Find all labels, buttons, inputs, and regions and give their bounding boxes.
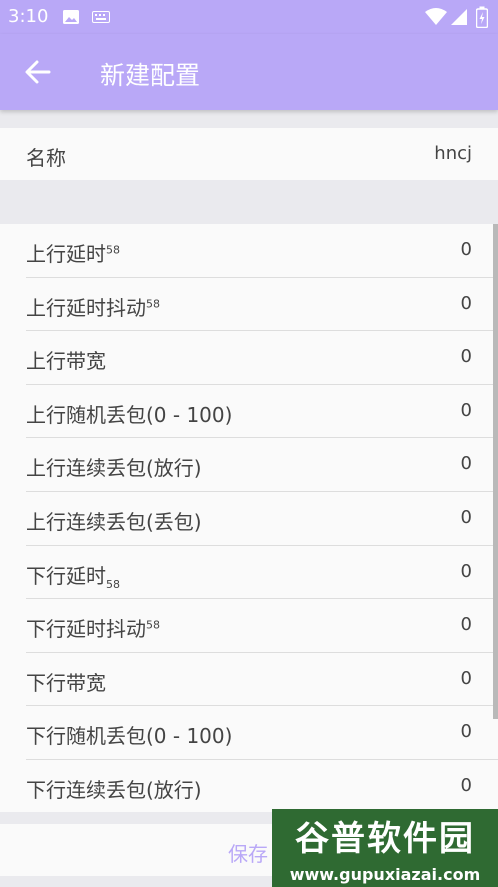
wifi-icon — [425, 8, 447, 25]
setting-row[interactable]: 上行连续丢包(丢包) 0 — [0, 492, 498, 546]
setting-label: 上行带宽 — [26, 349, 106, 374]
scrollbar[interactable] — [493, 224, 498, 719]
setting-mark: 58 — [106, 243, 120, 257]
setting-label: 上行延时58 — [26, 242, 120, 266]
setting-value: 0 — [460, 453, 472, 475]
save-button[interactable]: 保存 — [228, 838, 268, 867]
status-time: 3:10 — [8, 6, 49, 27]
setting-mark: 58 — [146, 618, 160, 632]
setting-label: 上行连续丢包(放行) — [26, 456, 202, 481]
setting-value: 0 — [460, 346, 472, 368]
setting-value: 0 — [460, 399, 472, 421]
setting-value: 0 — [460, 239, 472, 260]
setting-mark: 58 — [146, 296, 160, 310]
setting-label: 下行带宽 — [26, 670, 106, 695]
settings-list: 上行延时58 0 上行延时抖动58 0 上行带宽 0 上行随机丢包(0 - 100) 0 上行连… — [0, 224, 498, 812]
setting-value: 0 — [460, 775, 472, 796]
setting-label: 下行连续丢包(放行) — [26, 778, 202, 802]
setting-label: 下行延时58 — [26, 563, 120, 591]
setting-value: 0 — [460, 507, 472, 528]
setting-label: 上行延时抖动58 — [26, 295, 160, 320]
setting-value: 0 — [460, 614, 472, 636]
watermark-title: 谷普软件园 — [295, 819, 475, 859]
setting-row[interactable]: 上行延时58 0 — [0, 224, 498, 278]
battery-icon — [476, 6, 488, 28]
setting-row[interactable]: 上行延时抖动58 0 — [0, 278, 498, 332]
setting-value: 0 — [460, 560, 472, 582]
setting-mark: 58 — [106, 577, 120, 591]
setting-row[interactable]: 上行连续丢包(放行) 0 — [0, 438, 498, 492]
setting-row[interactable]: 下行延时抖动58 0 — [0, 599, 498, 653]
signal-icon — [451, 9, 467, 25]
name-row[interactable]: 名称 hncj — [0, 128, 498, 180]
image-icon — [63, 10, 79, 24]
keyboard-icon — [92, 11, 110, 23]
setting-label: 上行随机丢包(0 - 100) — [26, 402, 233, 427]
setting-label: 下行延时抖动58 — [26, 617, 160, 642]
setting-row[interactable]: 下行带宽 0 — [0, 653, 498, 707]
setting-row[interactable]: 上行随机丢包(0 - 100) 0 — [0, 385, 498, 439]
setting-row[interactable]: 下行延时58 0 — [0, 546, 498, 600]
app-bar: 新建配置 — [0, 34, 498, 110]
name-value: hncj — [434, 143, 472, 164]
setting-label: 上行连续丢包(丢包) — [26, 510, 202, 534]
setting-row[interactable]: 下行随机丢包(0 - 100) 0 — [0, 706, 498, 760]
setting-value: 0 — [460, 292, 472, 314]
status-bar: 3:10 — [0, 0, 498, 34]
watermark-url: www.gupuxiazai.com — [289, 865, 481, 884]
watermark-logo: 谷普软件园 www.gupuxiazai.com — [272, 809, 498, 887]
setting-value: 0 — [460, 667, 472, 689]
back-arrow-icon[interactable] — [24, 58, 52, 86]
page-title: 新建配置 — [100, 61, 201, 90]
name-label: 名称 — [26, 146, 66, 170]
setting-label: 下行随机丢包(0 - 100) — [26, 724, 233, 749]
setting-value: 0 — [460, 721, 472, 743]
setting-row[interactable]: 上行带宽 0 — [0, 331, 498, 385]
setting-row[interactable]: 下行连续丢包(放行) 0 — [0, 760, 498, 812]
